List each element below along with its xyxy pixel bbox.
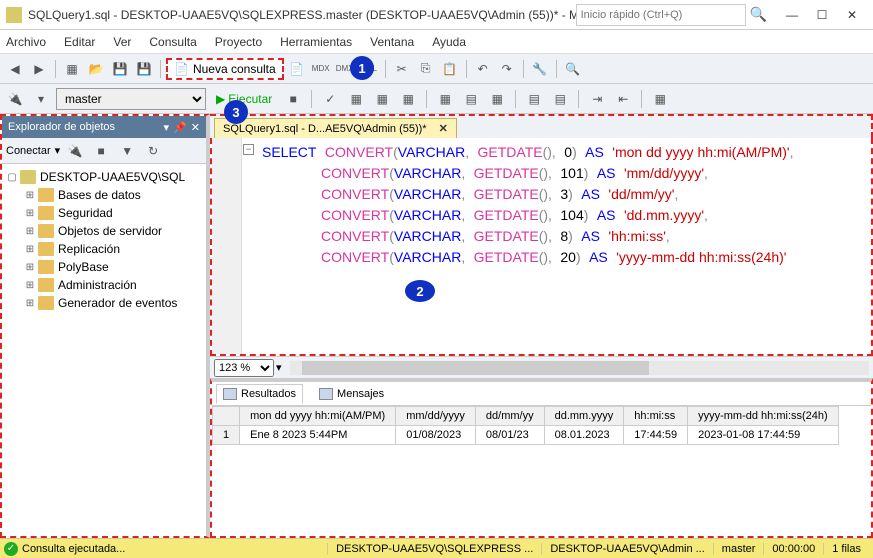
new-query-icon: 📄	[174, 62, 189, 76]
status-rows: 1 filas	[823, 543, 869, 555]
status-user: DESKTOP-UAAE5VQ\Admin ...	[541, 543, 712, 555]
tree-node[interactable]: ⊞Bases de datos	[24, 186, 202, 204]
connect-button[interactable]: Conectar	[6, 145, 51, 157]
menu-bar: Archivo Editar Ver Consulta Proyecto Her…	[0, 30, 873, 54]
change-conn-icon[interactable]: ▾	[30, 88, 52, 110]
sql-editor[interactable]: − SELECT CONVERT(VARCHAR, GETDATE(), 0) …	[210, 138, 873, 356]
grid-icon	[223, 388, 237, 400]
results-file-icon[interactable]: ▦	[486, 88, 508, 110]
explorer-dropdown-icon[interactable]: ▾	[164, 121, 170, 134]
line-gutter	[212, 138, 242, 354]
new-query-button[interactable]: 📄 Nueva consulta	[166, 58, 284, 80]
mdx-icon[interactable]: MDX	[310, 58, 332, 80]
uncomment-icon[interactable]: ▤	[549, 88, 571, 110]
pin-icon[interactable]: 📌	[173, 121, 187, 134]
nav-back-icon[interactable]: ◀	[4, 58, 26, 80]
window-title: SQLQuery1.sql - DESKTOP-UAAE5VQ\SQLEXPRE…	[28, 8, 576, 22]
status-db: master	[713, 543, 764, 555]
query-type-icon[interactable]: 📄	[286, 58, 308, 80]
specify-values-icon[interactable]: ▦	[649, 88, 671, 110]
tree-node[interactable]: ⊞Generador de eventos	[24, 294, 202, 312]
menu-archivo[interactable]: Archivo	[6, 35, 46, 49]
status-exec: Consulta ejecutada...	[22, 543, 125, 555]
save-icon[interactable]: 💾	[109, 58, 131, 80]
object-tree: ▢ DESKTOP-UAAE5VQ\SQL ⊞Bases de datos⊞Se…	[2, 164, 206, 536]
database-selector[interactable]: master	[56, 88, 206, 110]
menu-ver[interactable]: Ver	[113, 35, 131, 49]
copy-icon[interactable]: ⎘	[415, 58, 437, 80]
props-icon[interactable]: 🔧	[529, 58, 551, 80]
indent-icon[interactable]: ⇥	[586, 88, 608, 110]
tab-close-icon[interactable]: ✕	[439, 122, 448, 135]
status-server: DESKTOP-UAAE5VQ\SQLEXPRESS ...	[327, 543, 541, 555]
open-icon[interactable]: 📂	[85, 58, 107, 80]
include-plan-icon[interactable]: ▦	[371, 88, 393, 110]
annotation-2: 2	[405, 280, 435, 302]
code-area[interactable]: SELECT CONVERT(VARCHAR, GETDATE(), 0) AS…	[256, 138, 871, 354]
new-icon[interactable]: ▦	[61, 58, 83, 80]
save-all-icon[interactable]: 💾	[133, 58, 155, 80]
paste-icon[interactable]: 📋	[439, 58, 461, 80]
app-icon	[6, 7, 22, 23]
stop-icon[interactable]: ■	[90, 140, 112, 162]
parse-icon[interactable]: ✓	[319, 88, 341, 110]
outdent-icon[interactable]: ⇤	[612, 88, 634, 110]
results-grid[interactable]: mon dd yyyy hh:mi(AM/PM)mm/dd/yyyydd/mm/…	[212, 406, 871, 536]
zoom-selector[interactable]: 123 %	[214, 359, 274, 377]
tree-node[interactable]: ⊞PolyBase	[24, 258, 202, 276]
quick-launch-input[interactable]	[576, 4, 746, 26]
close-button[interactable]: ✕	[837, 3, 867, 27]
undo-icon[interactable]: ↶	[472, 58, 494, 80]
menu-herramientas[interactable]: Herramientas	[280, 35, 352, 49]
cut-icon[interactable]: ✂	[391, 58, 413, 80]
stop-icon[interactable]: ■	[282, 88, 304, 110]
minimize-button[interactable]: —	[777, 3, 807, 27]
results-grid-icon[interactable]: ▦	[434, 88, 456, 110]
results-text-icon[interactable]: ▤	[460, 88, 482, 110]
play-icon: ▶	[216, 92, 225, 106]
sql-toolbar: 🔌 ▾ master ▶ Ejecutar ■ ✓ ▦ ▦ ▦ ▦ ▤ ▦ ▤ …	[0, 84, 873, 114]
search-icon[interactable]: 🔍	[750, 6, 767, 23]
main-toolbar: ◀ ▶ ▦ 📂 💾 💾 📄 Nueva consulta 📄 MDX DMX X…	[0, 54, 873, 84]
server-node[interactable]: ▢ DESKTOP-UAAE5VQ\SQL	[6, 168, 202, 186]
status-bar: ✓ Consulta ejecutada... DESKTOP-UAAE5VQ\…	[0, 538, 873, 558]
status-time: 00:00:00	[763, 543, 823, 555]
redo-icon[interactable]: ↷	[496, 58, 518, 80]
menu-proyecto[interactable]: Proyecto	[215, 35, 262, 49]
annotation-3: 3	[224, 100, 248, 124]
horizontal-scrollbar[interactable]	[290, 361, 869, 375]
maximize-button[interactable]: ☐	[807, 3, 837, 27]
tree-node[interactable]: ⊞Replicación	[24, 240, 202, 258]
comment-icon[interactable]: ▤	[523, 88, 545, 110]
connection-icon[interactable]: 🔌	[4, 88, 26, 110]
results-panel: Resultados Mensajes mon dd yyyy hh:mi(AM…	[210, 378, 873, 538]
messages-tab[interactable]: Mensajes	[313, 385, 390, 403]
results-tab[interactable]: Resultados	[216, 384, 303, 404]
menu-editar[interactable]: Editar	[64, 35, 95, 49]
nav-fwd-icon[interactable]: ▶	[28, 58, 50, 80]
fold-icon[interactable]: −	[243, 144, 254, 155]
find-icon[interactable]: 🔍	[562, 58, 584, 80]
object-explorer-panel: Explorador de objetos ▾ 📌 ✕ Conectar ▾ 🔌…	[0, 114, 210, 538]
editor-tab[interactable]: SQLQuery1.sql - D...AE5VQ\Admin (55))* ✕	[214, 118, 457, 138]
plan-icon[interactable]: ▦	[345, 88, 367, 110]
tree-node[interactable]: ⊞Objetos de servidor	[24, 222, 202, 240]
tree-node[interactable]: ⊞Seguridad	[24, 204, 202, 222]
filter-icon[interactable]: ▼	[116, 140, 138, 162]
messages-icon	[319, 388, 333, 400]
menu-ayuda[interactable]: Ayuda	[432, 35, 466, 49]
menu-consulta[interactable]: Consulta	[149, 35, 196, 49]
stats-icon[interactable]: ▦	[397, 88, 419, 110]
refresh-icon[interactable]: ↻	[142, 140, 164, 162]
menu-ventana[interactable]: Ventana	[370, 35, 414, 49]
explorer-title: Explorador de objetos	[8, 121, 115, 133]
tree-node[interactable]: ⊞Administración	[24, 276, 202, 294]
status-success-icon: ✓	[4, 542, 18, 556]
annotation-1: 1	[350, 56, 374, 80]
explorer-close-icon[interactable]: ✕	[191, 121, 200, 134]
disconnect-icon[interactable]: 🔌	[64, 140, 86, 162]
